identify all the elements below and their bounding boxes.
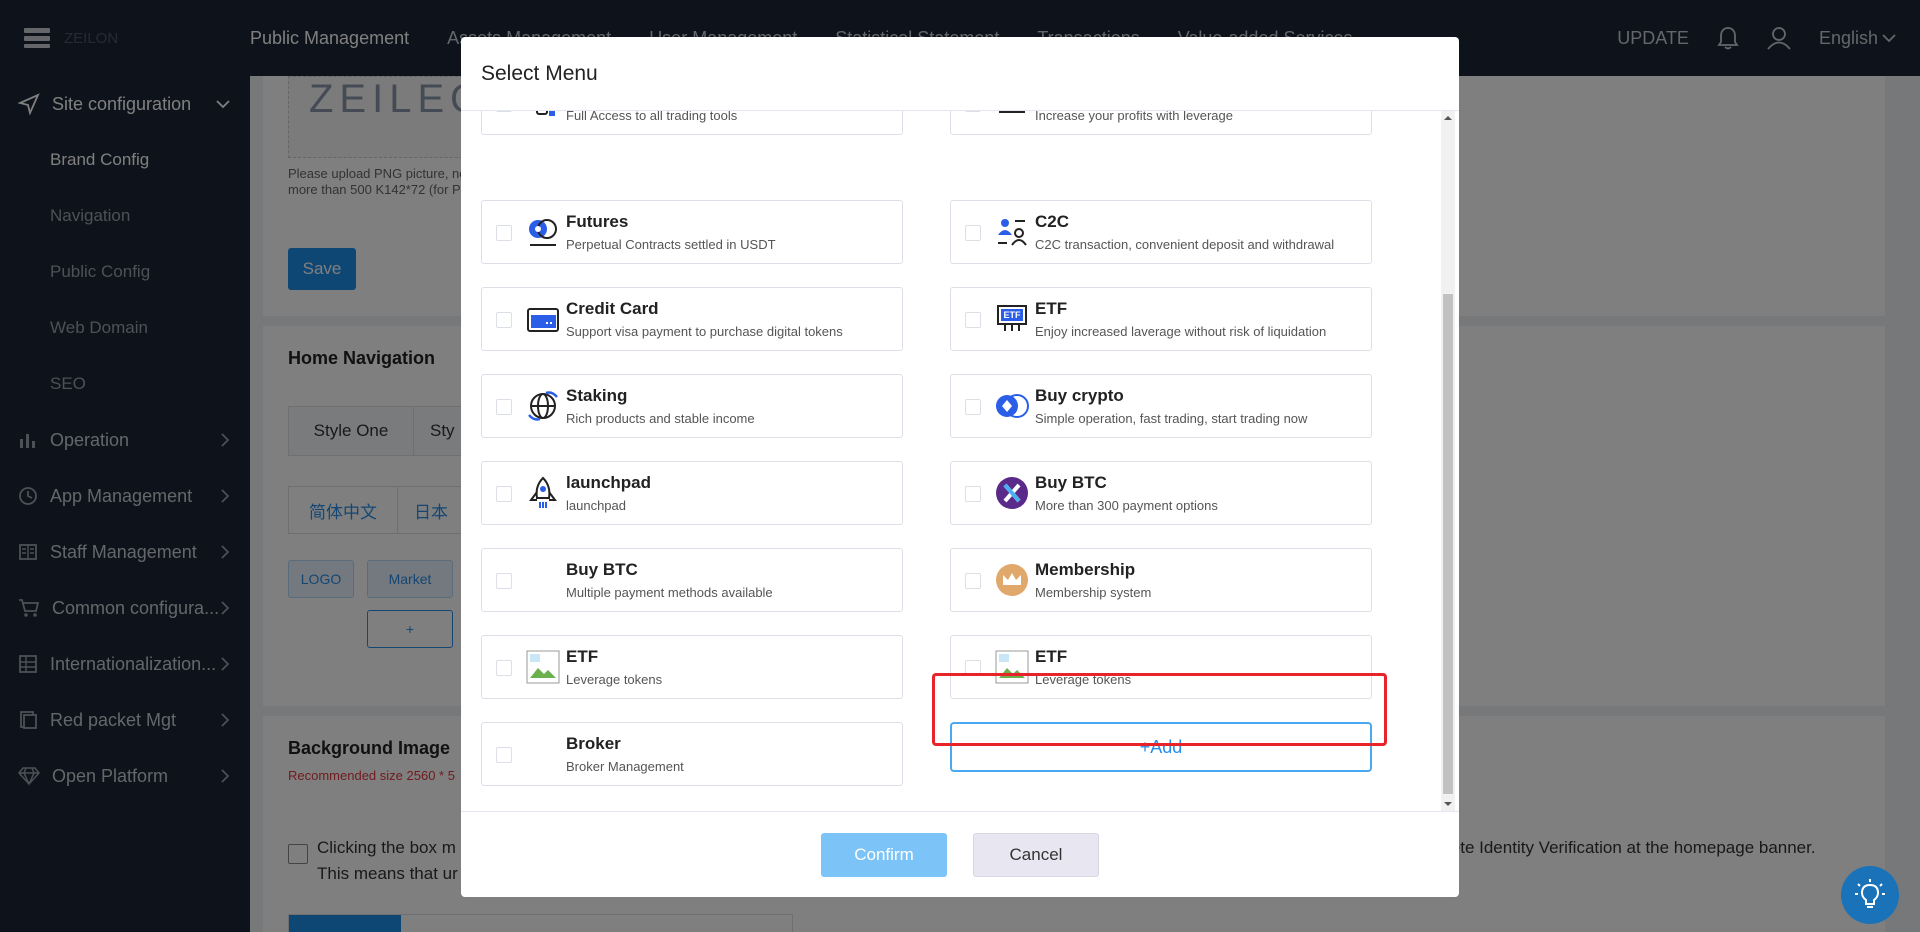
menu-card-desc: Perpetual Contracts settled in USDT	[566, 237, 776, 252]
menu-checkbox[interactable]	[496, 486, 512, 502]
menu-card-desc: Support visa payment to purchase digital…	[566, 324, 843, 339]
menu-card-title: Membership	[1035, 560, 1136, 579]
menu-checkbox[interactable]	[496, 312, 512, 328]
menu-card-title: Futures	[566, 212, 629, 231]
menu-card-title: Buy crypto	[1035, 386, 1124, 405]
futures-icon	[526, 215, 560, 249]
confirm-button[interactable]: Confirm	[821, 832, 947, 877]
menu-card-futures[interactable]: Futures Perpetual Contracts settled in U…	[481, 200, 903, 264]
phone-icon	[526, 111, 560, 120]
menu-card-title: ETF	[1035, 299, 1068, 318]
menu-card-desc: Rich products and stable income	[566, 411, 755, 426]
menu-checkbox[interactable]	[965, 111, 981, 112]
etf-icon: ETF	[995, 302, 1029, 336]
lightbulb-icon	[1855, 879, 1885, 908]
help-button[interactable]	[1841, 866, 1899, 924]
menu-card-membership[interactable]: Membership Membership system	[950, 548, 1372, 612]
scroll-thumb[interactable]	[1443, 294, 1453, 794]
crown-icon	[995, 563, 1029, 597]
globe-icon	[526, 389, 560, 423]
menu-checkbox[interactable]	[965, 225, 981, 241]
menu-card-title: Credit Card	[566, 299, 659, 318]
modal-title: Select Menu	[481, 61, 598, 85]
menu-card-title: Broker	[566, 734, 621, 753]
menu-card-desc: Broker Management	[566, 759, 684, 774]
menu-card-buy-btc-2[interactable]: Buy BTC Multiple payment methods availab…	[481, 548, 903, 612]
menu-card-desc: C2C transaction, convenient deposit and …	[1035, 237, 1335, 252]
scroll-down-arrow-icon[interactable]	[1441, 797, 1455, 811]
rocket-icon	[526, 476, 560, 510]
menu-checkbox[interactable]	[496, 111, 512, 112]
modal-scrollbar[interactable]	[1441, 111, 1455, 811]
menu-checkbox[interactable]	[496, 573, 512, 589]
menu-card-title: Buy BTC	[566, 560, 638, 579]
buy-crypto-icon	[995, 389, 1029, 423]
menu-card-buy-btc-1[interactable]: Buy BTC More than 300 payment options	[950, 461, 1372, 525]
modal-header: Select Menu	[461, 37, 1459, 111]
menu-card-margin[interactable]: Increase your profits with leverage	[950, 111, 1372, 135]
menu-card-desc: Simple operation, fast trading, start tr…	[1035, 411, 1308, 426]
credit-card-icon	[526, 302, 560, 336]
menu-card-spot[interactable]: Full Access to all trading tools	[481, 111, 903, 135]
menu-card-broker[interactable]: Broker Broker Management	[481, 722, 903, 786]
broken-image-icon	[526, 650, 560, 684]
menu-card-launchpad[interactable]: launchpad launchpad	[481, 461, 903, 525]
menu-card-title: launchpad	[566, 473, 652, 492]
menu-checkbox[interactable]	[965, 486, 981, 502]
menu-card-etf[interactable]: ETF ETF Enjoy increased laverage without…	[950, 287, 1372, 351]
menu-checkbox[interactable]	[965, 573, 981, 589]
menu-checkbox[interactable]	[965, 312, 981, 328]
highlight-box	[932, 673, 1387, 746]
menu-card-desc: Increase your profits with leverage	[1035, 111, 1233, 123]
menu-card-title: C2C	[1035, 212, 1070, 231]
menu-card-buy-crypto[interactable]: Buy crypto Simple operation, fast tradin…	[950, 374, 1372, 438]
modal-footer: Confirm Cancel	[461, 811, 1459, 897]
menu-card-title: Staking	[566, 386, 628, 405]
menu-card-desc: More than 300 payment options	[1035, 498, 1218, 513]
menu-card-desc: Full Access to all trading tools	[566, 111, 738, 123]
menu-card-c2c[interactable]: C2C C2C transaction, convenient deposit …	[950, 200, 1372, 264]
scroll-up-arrow-icon[interactable]	[1441, 111, 1455, 125]
menu-checkbox[interactable]	[965, 399, 981, 415]
menu-checkbox[interactable]	[496, 747, 512, 763]
menu-card-desc: Membership system	[1035, 585, 1152, 600]
menu-checkbox[interactable]	[496, 660, 512, 676]
menu-card-desc: launchpad	[566, 498, 626, 513]
menu-checkbox[interactable]	[496, 225, 512, 241]
chart-icon	[995, 111, 1029, 120]
menu-card-title: ETF	[1035, 647, 1068, 666]
menu-card-desc: Leverage tokens	[566, 672, 663, 687]
menu-card-credit-card[interactable]: Credit Card Support visa payment to purc…	[481, 287, 903, 351]
menu-card-desc: Multiple payment methods available	[566, 585, 773, 600]
etf-icon-label: ETF	[1004, 310, 1022, 320]
buy-btc-icon	[995, 476, 1029, 510]
menu-checkbox[interactable]	[496, 399, 512, 415]
menu-card-title: ETF	[566, 647, 599, 666]
select-menu-modal: Select Menu Full Access to all trading t…	[461, 37, 1459, 897]
menu-card-staking[interactable]: Staking Rich products and stable income	[481, 374, 903, 438]
cancel-button[interactable]: Cancel	[973, 832, 1099, 877]
c2c-icon	[995, 215, 1029, 249]
menu-card-title: Buy BTC	[1035, 473, 1107, 492]
menu-card-etf-leverage-1[interactable]: ETF Leverage tokens	[481, 635, 903, 699]
menu-card-desc: Enjoy increased laverage without risk of…	[1035, 324, 1327, 339]
